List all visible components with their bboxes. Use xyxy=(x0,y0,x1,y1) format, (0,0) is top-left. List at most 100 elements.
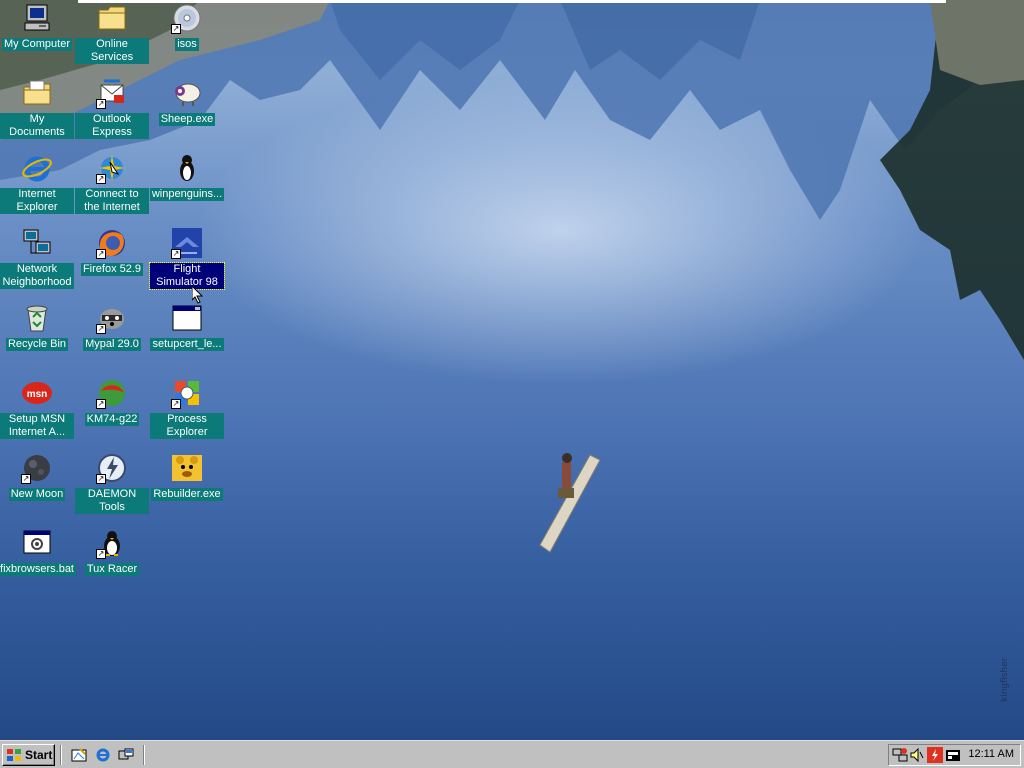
cd-disc-icon: ↗ xyxy=(171,2,203,34)
desktop-icon-label: KM74-g22 xyxy=(84,413,140,426)
shortcut-arrow-icon: ↗ xyxy=(171,249,181,259)
mouse-pointer-icon xyxy=(192,286,204,304)
process-explorer-icon: ↗ xyxy=(171,377,203,409)
desktop-icon-label: Online Services xyxy=(75,38,149,64)
wallpaper-watermark: kingfisher xyxy=(1000,657,1010,702)
shortcut-arrow-icon: ↗ xyxy=(96,324,106,334)
desktop-icon-new-moon[interactable]: ↗ New Moon xyxy=(0,450,74,522)
shortcut-arrow-icon: ↗ xyxy=(96,549,106,559)
internet-explorer-icon xyxy=(96,748,110,762)
my-computer-icon xyxy=(21,2,53,34)
shortcut-arrow-icon: ↗ xyxy=(21,474,31,484)
desktop-icon-recycle-bin[interactable]: Recycle Bin xyxy=(0,300,74,372)
desktop-icon-mypal[interactable]: ↗ Mypal 29.0 xyxy=(75,300,149,372)
desktop-icon-label: My Documents xyxy=(0,113,74,139)
channels-icon xyxy=(118,748,134,760)
desktop-icon-label: New Moon xyxy=(8,488,66,501)
tray-task-scheduler[interactable] xyxy=(945,747,961,763)
shortcut-arrow-icon: ↗ xyxy=(96,474,106,484)
quick-launch-channels[interactable] xyxy=(116,746,136,764)
folder-documents-icon xyxy=(21,77,53,109)
tray-daemon[interactable] xyxy=(927,747,943,763)
system-tray: 12:11 AM xyxy=(888,744,1021,766)
recycle-bin-icon xyxy=(21,302,53,334)
sheep-icon xyxy=(171,77,203,109)
start-button[interactable]: Start xyxy=(2,744,55,766)
tray-volume[interactable] xyxy=(909,747,925,763)
desktop[interactable]: kingfisher My Computer My Documents Inte… xyxy=(0,0,1024,740)
desktop-icon-outlook-express[interactable]: ↗ Outlook Express xyxy=(75,75,149,147)
desktop-icon-setupcert[interactable]: setupcert_le... xyxy=(150,300,224,372)
shortcut-arrow-icon: ↗ xyxy=(96,99,106,109)
desktop-icon-connect-internet[interactable]: ↗ Connect to the Internet xyxy=(75,150,149,222)
km-browser-icon: ↗ xyxy=(96,377,128,409)
batch-file-icon xyxy=(21,527,53,559)
daemon-tray-icon xyxy=(927,747,943,763)
flight-simulator-icon: ↗ xyxy=(171,227,203,259)
volume-icon xyxy=(910,747,924,763)
shortcut-arrow-icon: ↗ xyxy=(171,24,181,34)
connect-internet-icon: ↗ xyxy=(96,152,128,184)
task-scheduler-icon xyxy=(946,750,960,761)
desktop-icon-online-services[interactable]: Online Services xyxy=(75,0,149,72)
shortcut-arrow-icon: ↗ xyxy=(96,174,106,184)
desktop-icon-internet-explorer[interactable]: Internet Explorer xyxy=(0,150,74,222)
desktop-icon-setup-msn[interactable]: msn Setup MSN Internet A... xyxy=(0,375,74,447)
taskbar-separator xyxy=(60,745,62,765)
desktop-icon-firefox[interactable]: ↗ Firefox 52.9 xyxy=(75,225,149,297)
desktop-icon-label: My Computer xyxy=(1,38,73,51)
outlook-express-icon: ↗ xyxy=(96,77,128,109)
windows-logo-icon xyxy=(7,749,21,761)
desktop-icon-fixbrowsers[interactable]: fixbrowsers.bat xyxy=(0,525,76,597)
desktop-icon-label: setupcert_le... xyxy=(150,338,224,351)
desktop-icon-label: Setup MSN Internet A... xyxy=(0,413,74,439)
tray-network[interactable] xyxy=(892,747,908,763)
taskbar-clock[interactable]: 12:11 AM xyxy=(968,748,1014,760)
network-icon xyxy=(892,748,908,762)
desktop-icon-label: Mypal 29.0 xyxy=(83,338,141,351)
desktop-icon-km74[interactable]: ↗ KM74-g22 xyxy=(75,375,149,447)
show-desktop-icon xyxy=(71,748,87,762)
desktop-icon-label: Connect to the Internet xyxy=(75,188,149,214)
desktop-icon-isos[interactable]: ↗ isos xyxy=(150,0,224,72)
penguin-icon xyxy=(171,152,203,184)
quick-launch-internet-explorer[interactable] xyxy=(93,746,113,764)
tux-penguin-icon: ↗ xyxy=(96,527,128,559)
desktop-icon-label: Rebuilder.exe xyxy=(151,488,223,501)
firefox-icon: ↗ xyxy=(96,227,128,259)
desktop-icon-my-computer[interactable]: My Computer xyxy=(0,0,74,72)
desktop-icon-process-explorer[interactable]: ↗ Process Explorer xyxy=(150,375,224,447)
desktop-icon-label: Firefox 52.9 xyxy=(80,263,144,276)
start-label: Start xyxy=(25,748,53,762)
desktop-icon-sheep[interactable]: Sheep.exe xyxy=(150,75,224,147)
desktop-icon-label: DAEMON Tools xyxy=(75,488,149,514)
desktop-icon-flight-simulator[interactable]: ↗ Flight Simulator 98 xyxy=(149,225,225,297)
desktop-icon-tux-racer[interactable]: ↗ Tux Racer xyxy=(75,525,149,597)
shortcut-arrow-icon: ↗ xyxy=(96,399,106,409)
folder-icon xyxy=(96,2,128,34)
desktop-icon-label: Flight Simulator 98 xyxy=(149,262,225,290)
desktop-icon-label: Outlook Express xyxy=(75,113,149,139)
desktop-icon-label: Recycle Bin xyxy=(5,338,69,351)
quick-launch-show-desktop[interactable] xyxy=(69,746,89,764)
rebuilder-bear-icon xyxy=(171,452,203,484)
desktop-icon-label: winpenguins... xyxy=(149,188,225,201)
desktop-icon-label: fixbrowsers.bat xyxy=(0,563,76,576)
mypal-raccoon-icon: ↗ xyxy=(96,302,128,334)
desktop-icon-label: Network Neighborhood xyxy=(0,263,74,289)
svg-text:msn: msn xyxy=(27,389,48,400)
desktop-icon-label: Process Explorer xyxy=(150,413,224,439)
new-moon-icon: ↗ xyxy=(21,452,53,484)
daemon-tools-icon: ↗ xyxy=(96,452,128,484)
network-neighborhood-icon xyxy=(21,227,53,259)
desktop-icon-rebuilder[interactable]: Rebuilder.exe xyxy=(150,450,224,522)
desktop-icon-label: Sheep.exe xyxy=(158,113,216,126)
desktop-icon-label: Internet Explorer xyxy=(0,188,74,214)
shortcut-arrow-icon: ↗ xyxy=(171,399,181,409)
desktop-icon-my-documents[interactable]: My Documents xyxy=(0,75,74,147)
application-window-icon xyxy=(171,302,203,334)
desktop-icon-daemon-tools[interactable]: ↗ DAEMON Tools xyxy=(75,450,149,522)
desktop-icon-network-neighborhood[interactable]: Network Neighborhood xyxy=(0,225,74,297)
desktop-icon-label: Tux Racer xyxy=(84,563,140,576)
desktop-icon-winpenguins[interactable]: winpenguins... xyxy=(149,150,225,222)
